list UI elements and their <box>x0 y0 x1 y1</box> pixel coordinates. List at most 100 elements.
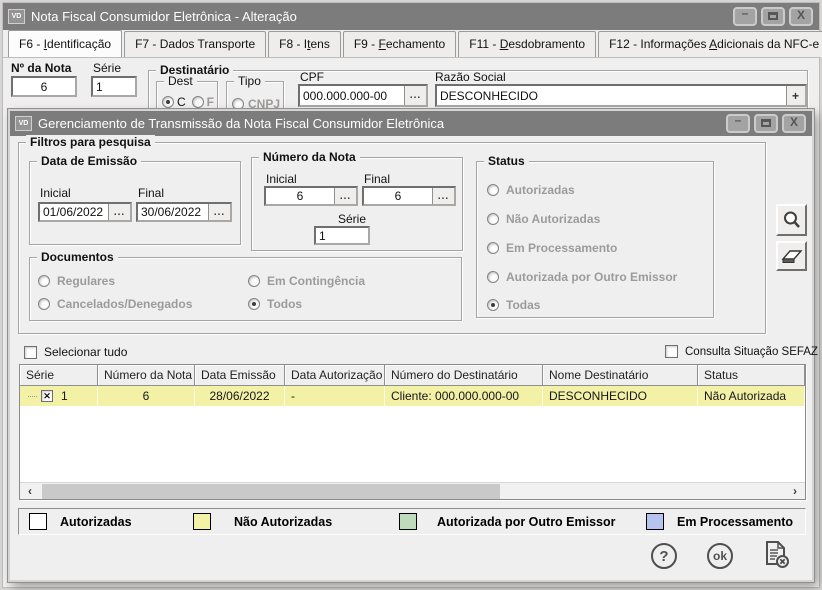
cpf-label: CPF <box>300 70 324 84</box>
radio-icon <box>248 298 260 310</box>
color-swatch <box>646 513 664 530</box>
maximize-icon[interactable] <box>761 7 785 26</box>
serie-label: Série <box>93 61 121 75</box>
radio-icon <box>487 299 499 311</box>
close-icon[interactable]: X <box>782 114 806 133</box>
status-option-nao-autorizadas[interactable]: Não Autorizadas <box>487 212 600 226</box>
cpf-field[interactable]: 000.000.000-00 ... <box>298 84 428 107</box>
tab-itens[interactable]: F8 - Itens <box>268 31 341 57</box>
color-swatch <box>29 513 47 530</box>
radio-icon <box>248 275 260 287</box>
column-numero-nota[interactable]: Número da Nota <box>98 365 195 386</box>
select-all-checkbox[interactable]: Selecionar tudo <box>24 345 127 359</box>
documentos-option-regulares[interactable]: Regulares <box>38 274 115 288</box>
checkbox-icon <box>665 345 678 358</box>
dialog-title: Gerenciamento de Transmissão da Nota Fis… <box>38 116 726 131</box>
radio-icon <box>162 96 174 108</box>
close-icon[interactable]: X <box>789 7 813 26</box>
table-row[interactable]: ✕ 1 6 28/06/2022 - Cliente: 000.000.000-… <box>20 386 805 406</box>
status-option-em-processamento[interactable]: Em Processamento <box>487 241 617 255</box>
search-icon <box>782 210 802 230</box>
tab-dados-transporte[interactable]: F7 - Dados Transporte <box>124 31 266 57</box>
nota-number-field[interactable]: 6 <box>11 76 77 97</box>
maximize-icon[interactable] <box>754 114 778 133</box>
numero-serie-label: Série <box>338 212 366 226</box>
numero-inicial-field[interactable]: 6 ... <box>264 186 358 206</box>
dest-radio-cliente[interactable]: C F <box>162 95 214 109</box>
status-color-legend: Autorizadas Não Autorizadas Autorizada p… <box>18 508 806 535</box>
emissao-inicial-field[interactable]: 01/06/2022 ... <box>38 202 132 222</box>
column-data-emissao[interactable]: Data Emissão <box>195 365 285 386</box>
sefaz-status-checkbox[interactable]: Consulta Situação SEFAZ <box>665 345 818 358</box>
cell-nome-destinatario: DESCONHECIDO <box>543 386 698 406</box>
discard-document-button[interactable] <box>762 540 790 568</box>
tab-fechamento[interactable]: F9 - Fechamento <box>343 31 456 57</box>
numero-serie-field[interactable]: 1 <box>314 226 370 245</box>
serie-field[interactable]: 1 <box>91 76 137 97</box>
column-nome-destinatario[interactable]: Nome Destinatário <box>543 365 698 386</box>
cell-numero: 6 <box>98 386 195 406</box>
emissao-final-field[interactable]: 30/06/2022 ... <box>136 202 232 222</box>
filters-legend: Filtros para pesquisa <box>26 135 155 149</box>
scrollbar-thumb[interactable] <box>42 484 500 499</box>
status-option-todas[interactable]: Todas <box>487 298 540 312</box>
tree-expand-icon[interactable] <box>28 396 37 397</box>
row-checkbox[interactable]: ✕ <box>41 390 53 402</box>
status-legend: Status <box>484 154 529 168</box>
ok-button[interactable]: ok <box>706 542 734 570</box>
search-button[interactable] <box>776 204 807 236</box>
app-logo-icon: VD <box>15 116 32 131</box>
date-browse-button[interactable]: ... <box>108 204 130 220</box>
transmission-dialog: VD Gerenciamento de Transmissão da Nota … <box>8 109 814 582</box>
razao-add-button[interactable]: + <box>786 86 805 105</box>
clear-filters-button[interactable] <box>776 241 807 271</box>
legend-item-autorizada-outro-emissor: Autorizada por Outro Emissor <box>399 513 616 530</box>
numero-browse-button[interactable]: ... <box>432 188 454 204</box>
column-status[interactable]: Status <box>698 365 805 386</box>
column-serie[interactable]: Série <box>20 365 98 386</box>
documentos-option-todos[interactable]: Todos <box>248 297 302 311</box>
horizontal-scrollbar[interactable]: ‹ › <box>20 482 805 499</box>
app-logo-icon: VD <box>8 9 25 24</box>
radio-icon <box>192 96 204 108</box>
radio-icon <box>487 271 499 283</box>
documentos-option-em-contingencia[interactable]: Em Contingência <box>248 274 365 288</box>
cell-status: Não Autorizada <box>698 386 805 406</box>
emissao-final-label: Final <box>138 186 164 200</box>
documentos-group: Documentos Regulares Em Contingência Can… <box>29 257 462 321</box>
status-option-autorizadas[interactable]: Autorizadas <box>487 183 575 197</box>
column-data-autorizacao[interactable]: Data Autorização <box>285 365 385 386</box>
radio-icon <box>38 298 50 310</box>
numero-final-field[interactable]: 6 ... <box>362 186 456 206</box>
dialog-titlebar: VD Gerenciamento de Transmissão da Nota … <box>10 111 812 136</box>
help-button[interactable]: ? <box>650 542 678 570</box>
tab-informacoes-adicionais[interactable]: F12 - Informações Adicionais da NFC-e <box>598 31 822 57</box>
numero-browse-button[interactable]: ... <box>334 188 356 204</box>
tab-identificacao[interactable]: F6 - Identificação <box>8 30 122 57</box>
color-swatch <box>399 513 417 530</box>
document-cancel-icon <box>763 540 790 569</box>
column-numero-destinatario[interactable]: Número do Destinatário <box>385 365 543 386</box>
date-browse-button[interactable]: ... <box>208 204 230 220</box>
documentos-legend: Documentos <box>37 250 118 264</box>
cpf-browse-button[interactable]: ... <box>404 86 426 105</box>
status-option-autorizada-outro-emissor[interactable]: Autorizada por Outro Emissor <box>487 270 677 284</box>
documentos-option-cancelados-denegados[interactable]: Cancelados/Denegados <box>38 297 192 311</box>
cell-data-autorizacao: - <box>285 386 385 406</box>
minimize-icon[interactable]: – <box>726 114 750 133</box>
main-window-title: Nota Fiscal Consumidor Eletrônica - Alte… <box>31 9 733 24</box>
radio-icon <box>487 242 499 254</box>
legend-item-autorizadas: Autorizadas <box>29 513 132 530</box>
scroll-left-icon[interactable]: ‹ <box>22 483 38 499</box>
table-header: Série Número da Nota Data Emissão Data A… <box>20 365 805 386</box>
scroll-right-icon[interactable]: › <box>787 483 803 499</box>
razao-social-field[interactable]: DESCONHECIDO + <box>435 84 807 107</box>
minimize-icon[interactable]: – <box>733 7 757 26</box>
numero-nota-group: Número da Nota Inicial 6 ... Final 6 ...… <box>251 157 463 251</box>
filters-group: Filtros para pesquisa Data de Emissão In… <box>18 142 766 334</box>
tab-bar: F6 - Identificação F7 - Dados Transporte… <box>3 30 819 58</box>
radio-icon <box>38 275 50 287</box>
numero-final-label: Final <box>364 172 390 186</box>
tab-desdobramento[interactable]: F11 - Desdobramento <box>458 31 596 57</box>
dialog-body: Filtros para pesquisa Data de Emissão In… <box>10 136 812 580</box>
